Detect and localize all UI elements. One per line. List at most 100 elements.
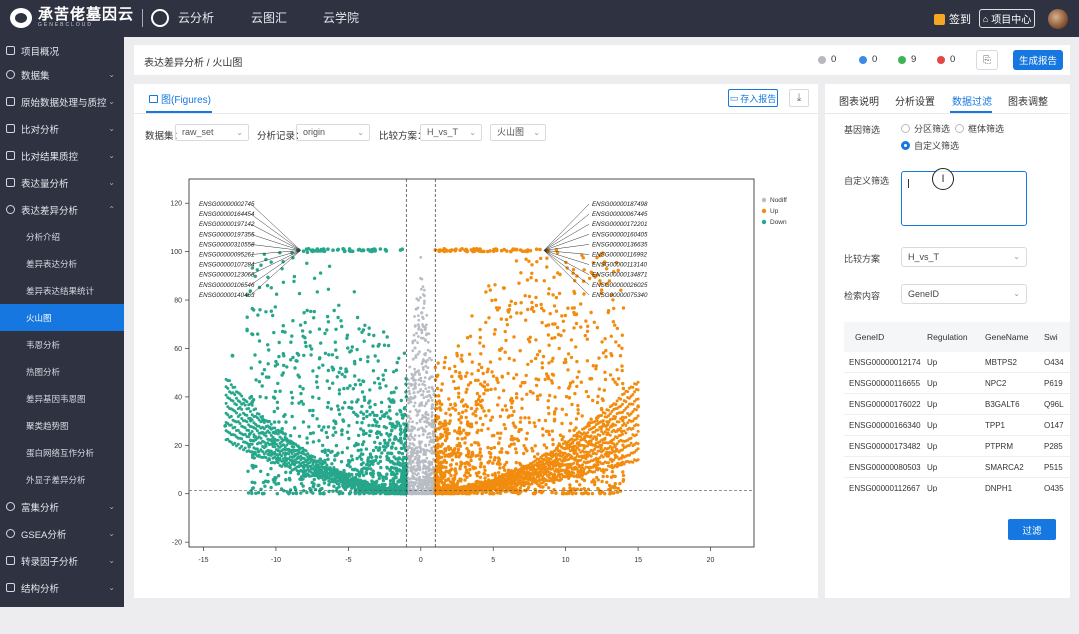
data-point — [438, 406, 441, 409]
data-point — [259, 470, 262, 473]
breadcrumb-parent[interactable]: 表达差异分析 — [144, 58, 204, 69]
data-point — [493, 332, 496, 335]
data-point — [546, 460, 549, 463]
sidebar-subitem-volcano[interactable]: 火山图 — [0, 304, 124, 331]
sidebar-subitem[interactable]: 分析介绍 — [0, 223, 124, 250]
data-point — [503, 286, 506, 289]
data-point — [612, 474, 615, 477]
plot-type-select[interactable]: 火山图 ⌄ — [490, 124, 546, 141]
project-center-label: 项目中心 — [991, 11, 1031, 26]
sidebar-item-overview[interactable]: 项目概况 — [0, 37, 124, 64]
data-point — [282, 364, 285, 367]
data-point — [346, 431, 349, 434]
nav-cloud-analysis[interactable]: 云分析 — [178, 0, 214, 37]
nav-cloud-charts[interactable]: 云图汇 — [251, 0, 287, 37]
tab-figures[interactable]: 图(Figures) — [149, 91, 211, 106]
dataset-select[interactable]: raw_set ⌄ — [175, 124, 249, 141]
data-point — [338, 392, 341, 395]
data-point — [509, 315, 512, 318]
data-point — [449, 480, 452, 483]
data-point — [428, 480, 431, 483]
data-point — [478, 341, 481, 344]
sidebar-subitem[interactable]: 韦恩分析 — [0, 331, 124, 358]
data-point — [392, 478, 395, 481]
sidebar-subitem[interactable]: 外显子差异分析 — [0, 466, 124, 493]
data-point — [409, 410, 412, 413]
sidebar-item-expression[interactable]: 表达量分析 ⌄ — [0, 169, 124, 196]
data-point — [325, 431, 328, 434]
data-point — [515, 392, 518, 395]
data-point — [491, 492, 494, 495]
data-point — [567, 453, 570, 456]
data-point — [479, 462, 482, 465]
status-count-gray[interactable]: 0 — [818, 54, 836, 65]
report-list-button[interactable]: ⎘ — [976, 50, 998, 70]
data-point — [374, 424, 377, 427]
data-point — [545, 478, 548, 481]
data-point — [411, 420, 414, 423]
data-point — [583, 444, 586, 447]
sidebar-item-label: GSEA分析 — [21, 527, 66, 541]
data-point — [548, 433, 551, 436]
data-point — [504, 330, 507, 333]
status-count-blue[interactable]: 0 — [859, 54, 877, 65]
data-point — [459, 421, 462, 424]
data-point — [414, 458, 417, 461]
data-point — [479, 417, 482, 420]
data-point — [302, 354, 305, 357]
data-point — [569, 422, 572, 425]
data-point — [252, 398, 255, 401]
status-count-green[interactable]: 9 — [898, 54, 916, 65]
data-point — [444, 491, 447, 494]
nav-cloud-academy[interactable]: 云学院 — [323, 0, 359, 37]
download-button[interactable]: ⤓ — [789, 89, 809, 107]
data-point — [431, 399, 434, 402]
data-point — [463, 441, 466, 444]
record-select[interactable]: origin ⌄ — [296, 124, 370, 141]
sidebar-item-dataset[interactable]: 数据集 ⌄ — [0, 61, 124, 88]
data-point — [572, 462, 575, 465]
data-point — [547, 361, 550, 364]
generate-report-button[interactable]: 生成报告 — [1013, 50, 1063, 70]
sidebar-item-enrichment[interactable]: 富集分析 ⌄ — [0, 493, 124, 520]
sidebar-subitem[interactable]: 差异基因韦恩图 — [0, 385, 124, 412]
sidebar-item-tf[interactable]: 转录因子分析 ⌄ — [0, 547, 124, 574]
sidebar-subitem[interactable]: 热图分析 — [0, 358, 124, 385]
sidebar-subitem[interactable]: 聚类趋势图 — [0, 412, 124, 439]
data-point — [602, 419, 605, 422]
sidebar-item-alignment[interactable]: 比对分析 ⌄ — [0, 115, 124, 142]
status-count-red[interactable]: 0 — [937, 54, 955, 65]
data-point — [536, 452, 539, 455]
sidebar-item-alignment-qc[interactable]: 比对结果质控 ⌄ — [0, 142, 124, 169]
data-point — [560, 478, 563, 481]
data-point — [452, 490, 455, 493]
data-point — [631, 386, 634, 389]
sidebar-subitem[interactable]: 差异表达结果统计 — [0, 277, 124, 304]
data-point — [429, 377, 432, 380]
volcano-plot[interactable]: -15-10-505101520 -20020406080100120 ENSG… — [134, 154, 818, 634]
sidebar-item-diff-expression[interactable]: 表达差异分析 ⌃ — [0, 196, 124, 223]
data-point — [547, 323, 550, 326]
data-point — [633, 390, 636, 393]
data-point — [479, 352, 482, 355]
data-point — [465, 416, 468, 419]
data-point — [355, 421, 358, 424]
compare-select[interactable]: H_vs_T ⌄ — [420, 124, 482, 141]
data-point — [272, 396, 275, 399]
data-point — [457, 395, 460, 398]
sidebar-item-gsea[interactable]: GSEA分析 ⌄ — [0, 520, 124, 547]
sign-in-button[interactable]: 签到 — [934, 11, 971, 27]
data-point — [417, 491, 420, 494]
project-center-button[interactable]: ⌂ 项目中心 — [979, 9, 1035, 28]
sidebar-subitem[interactable]: 差异表达分析 — [0, 250, 124, 277]
data-point — [454, 370, 457, 373]
avatar[interactable] — [1048, 9, 1068, 29]
save-to-report-button[interactable]: ▭ 存入报告 — [728, 89, 778, 107]
data-point — [377, 343, 380, 346]
sidebar-subitem[interactable]: 蛋白网络互作分析 — [0, 439, 124, 466]
sidebar-item-raw-qc[interactable]: 原始数据处理与质控 ⌄ — [0, 88, 124, 115]
sidebar-item-structure[interactable]: 结构分析 ⌄ — [0, 574, 124, 601]
data-point — [431, 386, 434, 389]
brand-logo[interactable]: 承苦佬墓因云 GENEBCLOUD — [10, 7, 169, 29]
data-point — [609, 434, 612, 437]
